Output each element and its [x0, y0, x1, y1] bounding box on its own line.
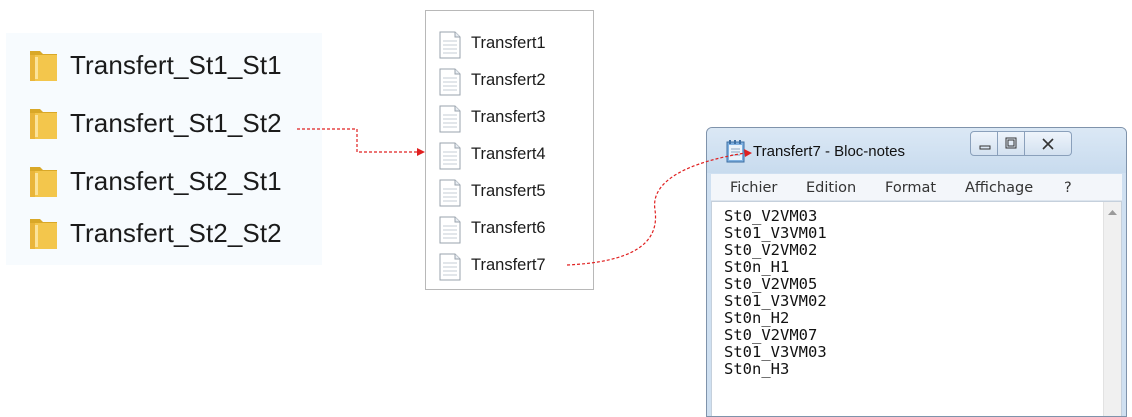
close-icon	[1042, 138, 1054, 150]
notepad-menubar: Fichier Edition Format Affichage ?	[711, 174, 1122, 201]
notepad-icon	[726, 140, 745, 163]
text-line: St01_V3VM01	[724, 224, 827, 242]
file-item[interactable]: Transfert7	[438, 251, 588, 281]
file-item[interactable]: Transfert2	[438, 66, 588, 96]
text-file-icon	[439, 216, 461, 244]
folder-label: Transfert_St2_St1	[70, 165, 282, 196]
text-file-icon	[439, 253, 461, 281]
menu-help[interactable]: ?	[1064, 180, 1072, 196]
file-item[interactable]: Transfert5	[438, 177, 588, 207]
maximize-icon	[1005, 137, 1017, 149]
menu-format[interactable]: Format	[885, 180, 936, 196]
menu-affichage[interactable]: Affichage	[965, 180, 1033, 196]
minimize-button[interactable]	[970, 131, 998, 156]
file-item[interactable]: Transfert6	[438, 214, 588, 244]
folder-icon	[30, 219, 57, 249]
folder-label: Transfert_St2_St2	[70, 217, 282, 248]
text-line: St0_V2VM05	[724, 275, 818, 293]
text-line: St0_V2VM02	[724, 241, 818, 259]
file-list-panel: Transfert1 Transfert2 Transfert3 Transfe…	[425, 10, 594, 290]
text-file-icon	[439, 31, 461, 59]
file-item[interactable]: Transfert1	[438, 29, 588, 59]
file-label: Transfert3	[471, 108, 546, 126]
folder-label: Transfert_St1_St2	[70, 107, 282, 138]
minimize-icon	[979, 145, 991, 150]
file-label: Transfert1	[471, 34, 546, 52]
folder-icon	[30, 51, 57, 81]
notepad-titlebar[interactable]: Transfert7 - Bloc-notes	[707, 128, 1126, 173]
close-button[interactable]	[1025, 131, 1072, 156]
file-item[interactable]: Transfert4	[438, 140, 588, 170]
text-line: St0n_H2	[724, 309, 790, 327]
text-file-icon	[439, 142, 461, 170]
text-file-icon	[439, 179, 461, 207]
text-line: St01_V3VM03	[724, 343, 827, 361]
menu-fichier[interactable]: Fichier	[730, 180, 777, 196]
file-label: Transfert7	[471, 256, 546, 274]
notepad-window: Transfert7 - Bloc-notes Fichier Edition …	[706, 127, 1127, 417]
scroll-up-icon[interactable]	[1107, 207, 1118, 218]
folder-list-panel: Transfert_St1_St1 Transfert_St1_St2 Tran…	[6, 33, 322, 265]
menu-edition[interactable]: Edition	[806, 180, 856, 196]
vertical-scrollbar[interactable]	[1103, 202, 1121, 416]
notepad-text-area[interactable]: St0_V2VM03 St01_V3VM01 St0_V2VM02 St0n_H…	[711, 201, 1122, 416]
folder-label: Transfert_St1_St1	[70, 49, 282, 80]
file-label: Transfert2	[471, 71, 546, 89]
text-line: St0_V2VM03	[724, 207, 818, 225]
text-line: St0n_H1	[724, 258, 790, 276]
file-label: Transfert4	[471, 145, 546, 163]
text-line: St0_V2VM07	[724, 326, 818, 344]
text-file-icon	[439, 68, 461, 96]
file-label: Transfert6	[471, 219, 546, 237]
text-line: St0n_H3	[724, 360, 790, 378]
text-file-icon	[439, 105, 461, 133]
window-controls	[970, 131, 1072, 156]
notepad-title: Transfert7 - Bloc-notes	[753, 143, 905, 160]
file-item[interactable]: Transfert3	[438, 103, 588, 133]
arrowhead-icon	[417, 148, 425, 156]
folder-icon	[30, 167, 57, 197]
text-line: St01_V3VM02	[724, 292, 827, 310]
file-label: Transfert5	[471, 182, 546, 200]
maximize-button[interactable]	[998, 131, 1025, 156]
folder-icon	[30, 109, 57, 139]
